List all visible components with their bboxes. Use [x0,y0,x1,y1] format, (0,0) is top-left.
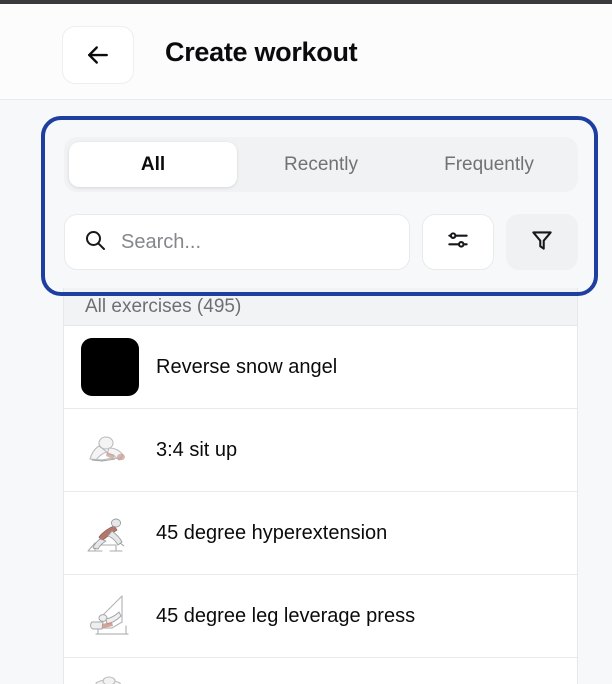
filter-button[interactable] [506,214,578,270]
exercise-name: Reverse snow angel [156,356,337,379]
tab-frequently[interactable]: Frequently [405,142,573,187]
exercise-thumbnail [81,670,139,684]
funnel-icon [529,227,555,258]
arrow-left-icon [83,40,113,70]
exercise-thumbnail [81,587,139,645]
exercise-list: All exercises (495) Reverse snow angel [63,288,578,684]
list-item[interactable] [64,658,577,684]
tab-frequently-label: Frequently [444,154,534,176]
app-header: Create workout [0,4,612,100]
page-title: Create workout [165,37,357,68]
exercise-name: 45 degree hyperextension [156,522,387,545]
app-screen: Create workout All Recently Frequently S… [0,0,612,684]
back-button[interactable] [62,26,134,84]
exercise-thumbnail [81,504,139,562]
tab-all-label: All [141,154,165,176]
exercise-thumbnail [81,338,139,396]
search-icon [83,228,107,257]
tab-recently-label: Recently [284,154,358,176]
sliders-icon [445,227,471,258]
list-item[interactable]: 45 degree leg leverage press [64,575,577,658]
list-section-header: All exercises (495) [64,288,577,326]
search-input[interactable]: Search... [64,214,410,270]
list-item[interactable]: Reverse snow angel [64,326,577,409]
list-item[interactable]: 45 degree hyperextension [64,492,577,575]
segmented-tab-bar: All Recently Frequently [64,137,578,192]
exercise-thumbnail [81,421,139,479]
exercise-name: 45 degree leg leverage press [156,605,415,628]
search-row: Search... [64,214,578,270]
search-placeholder: Search... [121,231,201,254]
tab-recently[interactable]: Recently [237,142,405,187]
sort-options-button[interactable] [422,214,494,270]
exercise-name: 3:4 sit up [156,439,237,462]
list-item[interactable]: 3:4 sit up [64,409,577,492]
tab-all[interactable]: All [69,142,237,187]
